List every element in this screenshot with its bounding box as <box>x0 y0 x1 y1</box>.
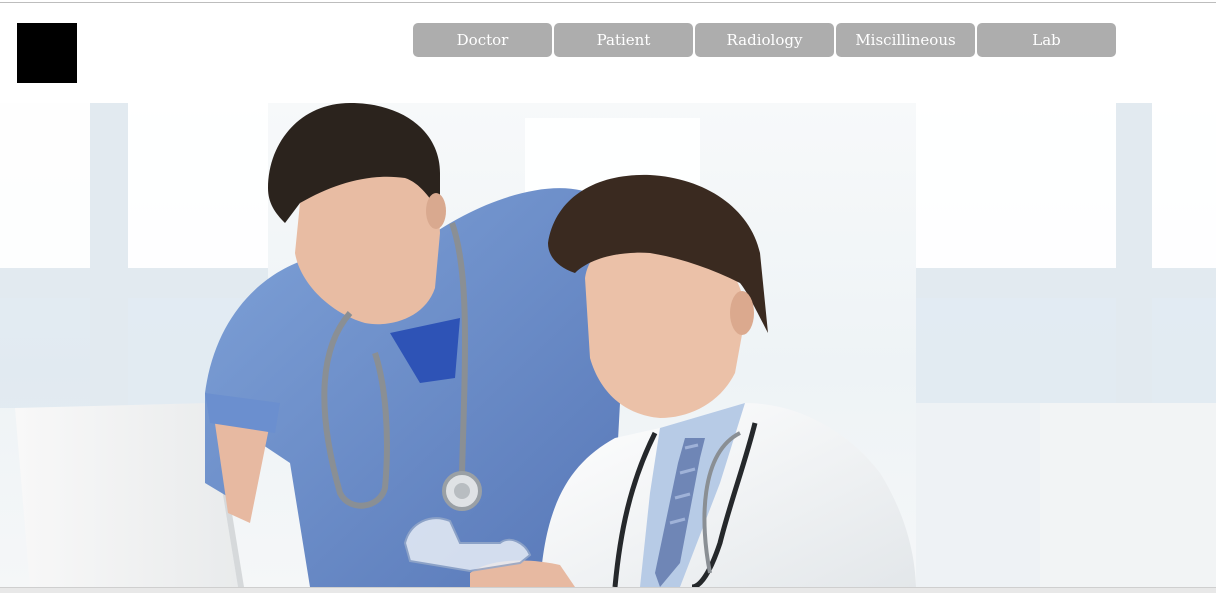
nav-button-patient[interactable]: Patient <box>554 23 693 57</box>
nav-button-miscillineous[interactable]: Miscillineous <box>836 23 975 57</box>
nav-button-doctor[interactable]: Doctor <box>413 23 552 57</box>
logo[interactable] <box>17 23 77 83</box>
main-nav: Doctor Patient Radiology Miscillineous L… <box>413 23 1116 57</box>
top-divider <box>0 2 1216 3</box>
doctors-photo <box>0 103 1216 587</box>
bottom-divider <box>0 587 1216 593</box>
hero-image <box>0 103 1216 587</box>
nav-button-lab[interactable]: Lab <box>977 23 1116 57</box>
nav-button-radiology[interactable]: Radiology <box>695 23 834 57</box>
page: Doctor Patient Radiology Miscillineous L… <box>0 0 1216 593</box>
